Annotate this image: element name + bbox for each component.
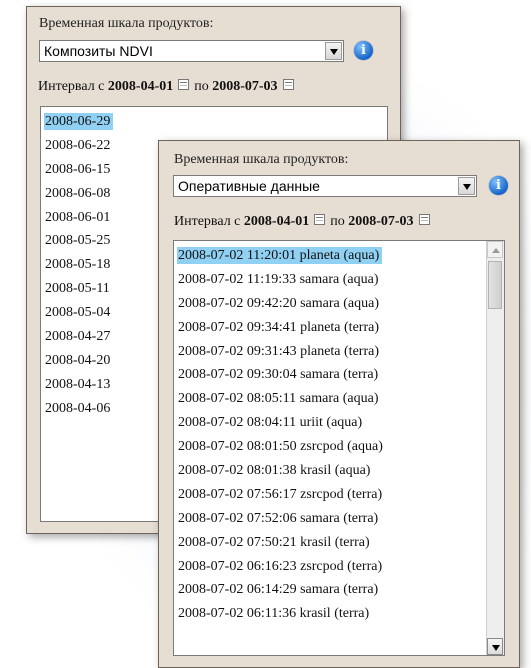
list-item-label: 2008-05-25 — [45, 233, 111, 249]
list-item[interactable]: 2008-07-02 09:42:20 samara (aqua) — [174, 292, 504, 316]
list-item-label: 2008-07-02 09:34:41 planeta (terra) — [178, 319, 379, 335]
list-item[interactable]: 2008-07-02 11:19:33 samara (aqua) — [174, 268, 504, 292]
list-item[interactable]: 2008-07-02 07:50:21 krasil (terra) — [174, 531, 504, 555]
list-item-label: 2008-07-02 09:42:20 samara (aqua) — [178, 295, 379, 311]
vertical-scrollbar[interactable] — [486, 241, 504, 655]
list-item[interactable]: 2008-07-02 08:04:11 uriit (aqua) — [174, 411, 504, 435]
list-item-label: 2008-07-02 08:05:11 samara (aqua) — [178, 391, 379, 407]
interval-from-date[interactable]: 2008-04-01 — [108, 79, 173, 94]
calendar-icon[interactable] — [418, 214, 430, 225]
list-item-label: 2008-07-02 07:52:06 samara (terra) — [178, 510, 379, 526]
timeline-label: Временная шкала продуктов: — [39, 16, 214, 31]
list-item[interactable]: 2008-07-02 09:34:41 planeta (terra) — [174, 316, 504, 340]
interval-prefix: Интервал с — [38, 79, 105, 94]
list-item[interactable]: 2008-07-02 08:01:50 zsrcpod (aqua) — [174, 435, 504, 459]
list-item-label: 2008-07-02 06:14:29 samara (terra) — [178, 582, 379, 598]
calendar-icon[interactable] — [314, 214, 326, 225]
scroll-up-icon[interactable] — [487, 241, 503, 258]
acquisition-listbox[interactable]: 2008-07-02 11:20:01 planeta (aqua) 2008-0… — [173, 240, 505, 656]
list-item-label: 2008-06-15 — [45, 161, 111, 177]
product-select[interactable]: Композиты NDVI — [39, 40, 344, 62]
list-item-label: 2008-05-11 — [45, 281, 110, 297]
product-select[interactable]: Оперативные данные — [173, 175, 477, 197]
chevron-down-icon[interactable] — [458, 177, 475, 195]
interval-to-date[interactable]: 2008-07-03 — [348, 214, 413, 229]
list-item-label: 2008-04-20 — [45, 352, 111, 368]
list-item-label: 2008-07-02 11:19:33 samara (aqua) — [178, 271, 379, 287]
chevron-down-icon[interactable] — [325, 42, 342, 60]
list-item[interactable]: 2008-07-02 11:20:01 planeta (aqua) — [174, 244, 504, 268]
list-item-label: 2008-07-02 09:31:43 planeta (terra) — [178, 343, 379, 359]
list-item-label: 2008-07-02 06:11:36 krasil (terra) — [178, 606, 370, 622]
interval-to-date[interactable]: 2008-07-03 — [212, 79, 277, 94]
interval-row: Интервал с 2008-04-01 по 2008-07-03 — [174, 214, 435, 230]
list-item-label: 2008-07-02 07:50:21 krasil (terra) — [178, 534, 370, 550]
list-item-label: 2008-04-13 — [45, 376, 111, 392]
list-item-label: 2008-07-02 06:16:23 zsrcpod (terra) — [178, 558, 383, 574]
list-item-label: 2008-06-08 — [45, 185, 111, 201]
timeline-label: Временная шкала продуктов: — [174, 152, 349, 167]
list-item-label: 2008-05-18 — [45, 257, 111, 273]
list-item-label: 2008-04-27 — [45, 329, 111, 345]
list-item[interactable]: 2008-07-02 07:52:06 samara (terra) — [174, 507, 504, 531]
list-item[interactable]: 2008-07-02 07:56:17 zsrcpod (terra) — [174, 483, 504, 507]
list-item-label: 2008-07-02 08:01:50 zsrcpod (aqua) — [178, 439, 383, 455]
list-item[interactable]: 2008-07-02 06:11:36 krasil (terra) — [174, 602, 504, 626]
list-item-label: 2008-07-02 07:56:17 zsrcpod (terra) — [178, 486, 383, 502]
list-item-label: 2008-07-02 09:30:04 samara (terra) — [178, 367, 379, 383]
list-item-label: 2008-07-02 08:04:11 uriit (aqua) — [178, 415, 363, 431]
list-item-label: 2008-04-06 — [45, 400, 111, 416]
list-item[interactable]: 2008-07-02 06:16:23 zsrcpod (terra) — [174, 555, 504, 579]
list-item-label: 2008-06-22 — [45, 137, 111, 153]
calendar-icon[interactable] — [282, 79, 294, 90]
interval-mid: по — [330, 214, 345, 229]
operational-timeline-panel: Временная шкала продуктов: Оперативные д… — [158, 140, 520, 668]
calendar-icon[interactable] — [178, 79, 190, 90]
list-item[interactable]: 2008-07-02 09:31:43 planeta (terra) — [174, 340, 504, 364]
product-select-value: Композиты NDVI — [44, 43, 153, 59]
acquisition-list: 2008-07-02 11:20:01 planeta (aqua) 2008-0… — [174, 244, 504, 626]
list-item[interactable]: 2008-07-02 08:05:11 samara (aqua) — [174, 387, 504, 411]
list-item[interactable]: 2008-07-02 06:14:29 samara (terra) — [174, 578, 504, 602]
info-icon[interactable]: i — [354, 41, 373, 60]
list-item-label: 2008-06-29 — [44, 113, 114, 130]
interval-row: Интервал с 2008-04-01 по 2008-07-03 — [38, 79, 299, 95]
scroll-down-icon[interactable] — [487, 638, 503, 655]
scrollbar-thumb[interactable] — [488, 261, 502, 309]
list-item-label: 2008-07-02 08:01:38 krasil (aqua) — [178, 463, 371, 479]
interval-from-date[interactable]: 2008-04-01 — [244, 214, 309, 229]
list-item[interactable]: 2008-07-02 08:01:38 krasil (aqua) — [174, 459, 504, 483]
product-select-value: Оперативные данные — [178, 178, 320, 194]
interval-mid: по — [194, 79, 209, 94]
list-item[interactable]: 2008-06-29 — [41, 110, 387, 134]
list-item-label: 2008-06-01 — [45, 209, 111, 225]
list-item-label: 2008-07-02 11:20:01 planeta (aqua) — [177, 247, 383, 264]
list-item-label: 2008-05-04 — [45, 305, 111, 321]
interval-prefix: Интервал с — [174, 214, 241, 229]
info-icon[interactable]: i — [489, 176, 508, 195]
list-item[interactable]: 2008-07-02 09:30:04 samara (terra) — [174, 363, 504, 387]
